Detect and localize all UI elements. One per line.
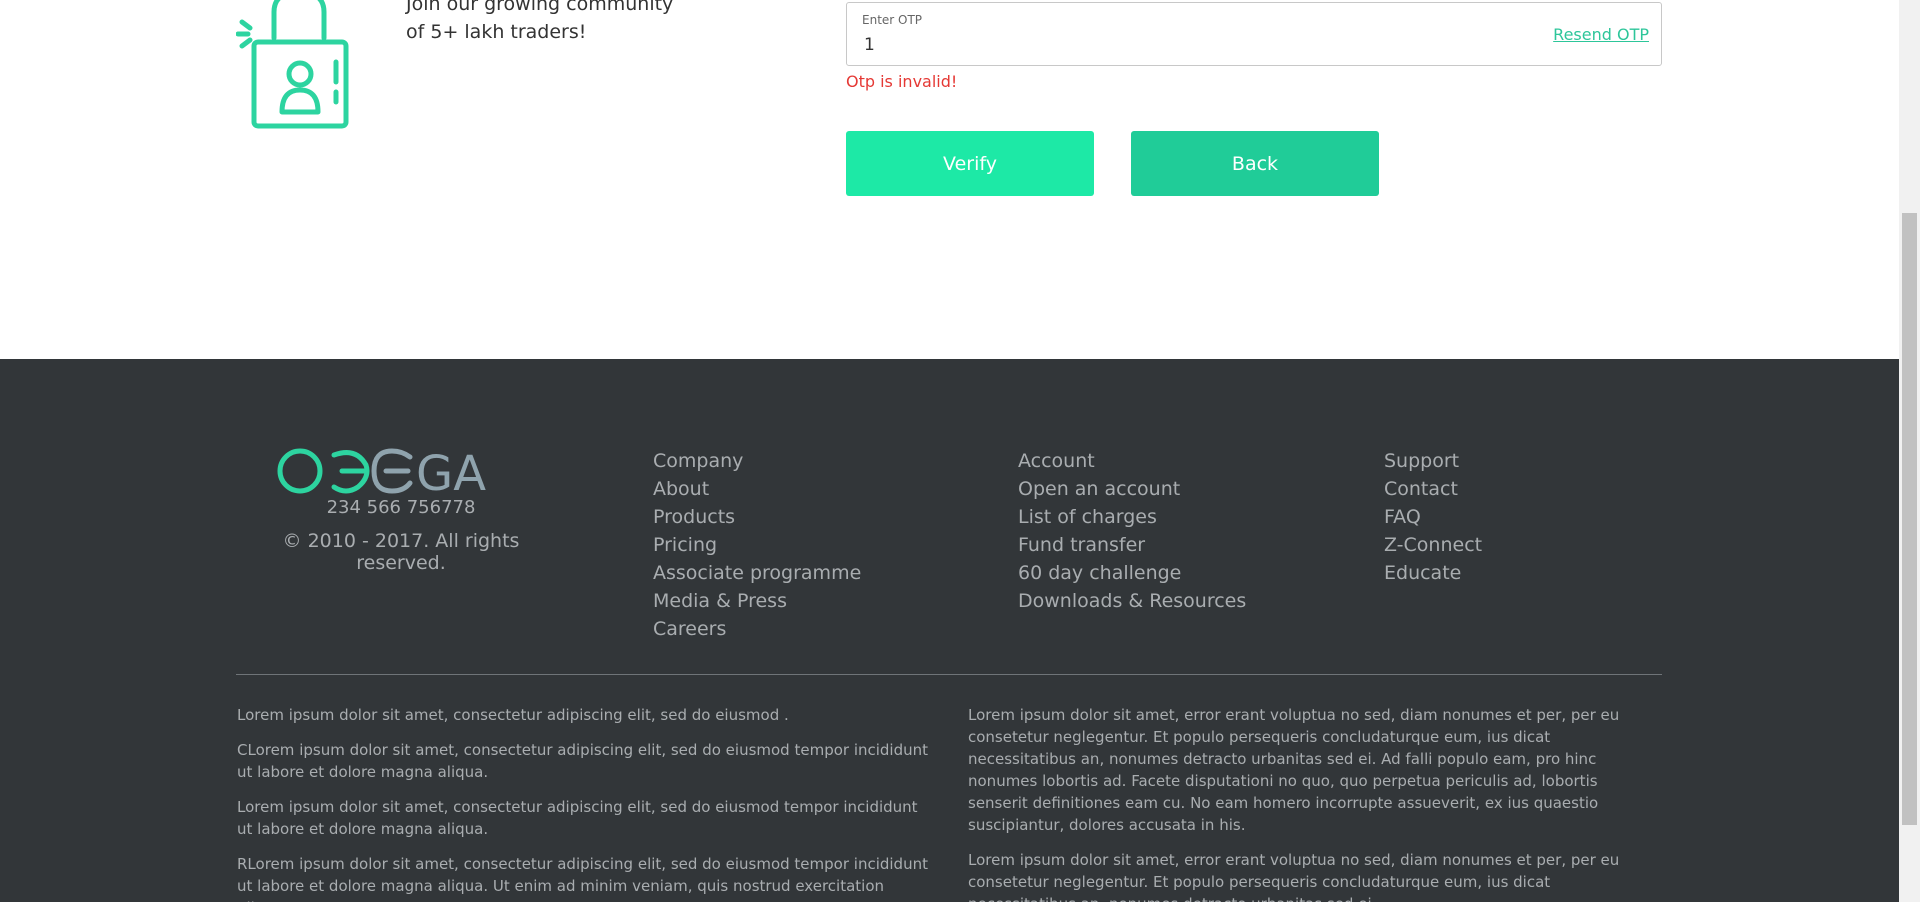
verify-button[interactable]: Verify <box>846 131 1094 196</box>
footer-phone: 234 566 756778 <box>326 497 476 518</box>
footer-legal-right: Lorem ipsum dolor sit amet, error erant … <box>968 704 1662 902</box>
back-button[interactable]: Back <box>1131 131 1379 196</box>
footer-link-account[interactable]: Account <box>1018 447 1246 475</box>
tagline-line-1: Join our growing community <box>406 0 674 15</box>
footer-column-account: Account Open an account List of charges … <box>1018 447 1246 615</box>
footer-link-60-day-challenge[interactable]: 60 day challenge <box>1018 559 1246 587</box>
footer-link-fund-transfer[interactable]: Fund transfer <box>1018 531 1246 559</box>
otp-error-message: Otp is invalid! <box>846 72 958 91</box>
tagline-line-2: of 5+ lakh traders! <box>406 21 587 43</box>
legal-paragraph: Lorem ipsum dolor sit amet, error erant … <box>968 851 1620 902</box>
footer-link-faq[interactable]: FAQ <box>1384 503 1482 531</box>
footer-link-educate[interactable]: Educate <box>1384 559 1482 587</box>
footer-link-media-press[interactable]: Media & Press <box>653 587 861 615</box>
main-content: Join our growing community of 5+ lakh tr… <box>0 0 1899 359</box>
otp-label: Enter OTP <box>862 13 923 27</box>
footer-link-contact[interactable]: Contact <box>1384 475 1482 503</box>
footer-link-products[interactable]: Products <box>653 503 861 531</box>
omega-logo: GA <box>277 446 486 499</box>
footer-link-about[interactable]: About <box>653 475 861 503</box>
otp-input[interactable]: 1 <box>864 35 875 55</box>
footer-brand: GA 234 566 756778 © 2010 - 2017. All rig… <box>236 443 566 574</box>
legal-paragraph: RLorem ipsum dolor sit amet, consectetur… <box>237 855 928 902</box>
legal-paragraph: Lorem ipsum dolor sit amet, consectetur … <box>237 798 918 838</box>
footer-copyright: © 2010 - 2017. All rights reserved. <box>282 530 520 574</box>
site-footer: GA 234 566 756778 © 2010 - 2017. All rig… <box>0 359 1899 902</box>
community-tagline: Join our growing community of 5+ lakh tr… <box>406 0 673 46</box>
lock-person-icon <box>236 0 349 129</box>
page-scrollbar[interactable] <box>1899 0 1920 902</box>
footer-link-associate-programme[interactable]: Associate programme <box>653 559 861 587</box>
footer-link-pricing[interactable]: Pricing <box>653 531 861 559</box>
footer-link-company[interactable]: Company <box>653 447 861 475</box>
scrollbar-thumb[interactable] <box>1902 213 1917 825</box>
footer-link-support[interactable]: Support <box>1384 447 1482 475</box>
footer-link-open-account[interactable]: Open an account <box>1018 475 1246 503</box>
svg-text:GA: GA <box>416 446 486 499</box>
footer-link-careers[interactable]: Careers <box>653 615 861 643</box>
footer-link-list-of-charges[interactable]: List of charges <box>1018 503 1246 531</box>
footer-column-support: Support Contact FAQ Z-Connect Educate <box>1384 447 1482 587</box>
footer-link-downloads-resources[interactable]: Downloads & Resources <box>1018 587 1246 615</box>
footer-link-z-connect[interactable]: Z-Connect <box>1384 531 1482 559</box>
footer-legal-left: Lorem ipsum dolor sit amet, consectetur … <box>237 704 932 902</box>
legal-paragraph: CLorem ipsum dolor sit amet, consectetur… <box>237 741 929 781</box>
footer-divider <box>236 674 1662 675</box>
resend-otp-link[interactable]: Resend OTP <box>1553 25 1649 44</box>
footer-column-company: Company About Products Pricing Associate… <box>653 447 861 643</box>
legal-paragraph: Lorem ipsum dolor sit amet, error erant … <box>968 706 1620 834</box>
legal-paragraph: Lorem ipsum dolor sit amet, consectetur … <box>237 706 789 724</box>
otp-field[interactable]: Enter OTP 1 Resend OTP <box>846 2 1662 66</box>
